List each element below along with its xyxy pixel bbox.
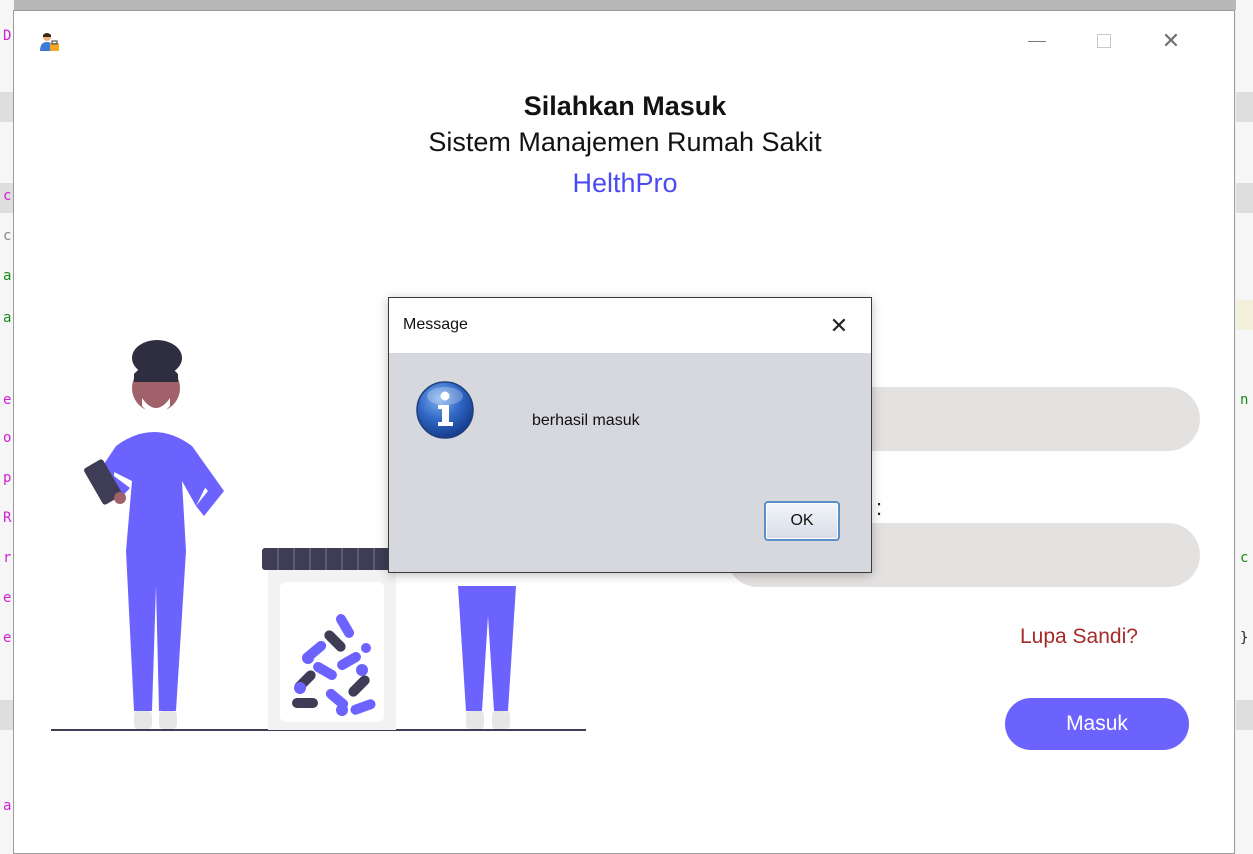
background-code-char: r — [3, 550, 12, 566]
dialog-title: Message — [403, 316, 468, 333]
background-ide-highlight — [1236, 300, 1253, 330]
minimize-icon — [1028, 40, 1046, 42]
close-icon: ✕ — [829, 313, 849, 339]
background-code-char: } — [1240, 630, 1249, 646]
brand-name: HelthPro — [572, 168, 678, 198]
ok-button[interactable]: OK — [764, 501, 840, 541]
background-ide-highlight — [1236, 92, 1253, 122]
background-code-char: a — [3, 798, 12, 814]
maximize-button[interactable] — [1081, 25, 1127, 57]
background-code-char: e — [3, 392, 12, 408]
doctor-app-icon — [40, 33, 59, 51]
background-ide-highlight — [0, 700, 14, 730]
dialog-titlebar: Message ✕ — [389, 298, 871, 353]
minimize-button[interactable] — [1014, 25, 1060, 57]
pill-jar — [262, 548, 402, 730]
password-label: : — [876, 495, 883, 520]
background-ide-highlight — [0, 92, 14, 122]
background-code-char: D — [3, 28, 12, 44]
background-code-char: c — [3, 228, 12, 244]
dialog-message: berhasil masuk — [532, 412, 640, 429]
close-button[interactable]: ✕ — [1148, 25, 1194, 57]
background-code-char: e — [3, 630, 12, 646]
background-code-char: e — [3, 590, 12, 606]
background-ide-highlight — [1236, 700, 1253, 730]
background-code-char: o — [3, 430, 12, 446]
background-code-char: c — [1240, 550, 1249, 566]
background-code-char: c — [3, 188, 12, 204]
page-heading: Silahkan Masuk — [523, 91, 727, 121]
maximize-icon — [1097, 34, 1111, 48]
info-icon — [416, 381, 474, 439]
doctor-figure — [84, 340, 224, 729]
background-code-char: p — [3, 470, 12, 486]
background-code-char: n — [1240, 392, 1249, 408]
close-icon: ✕ — [1161, 28, 1181, 54]
background-code-char: a — [3, 268, 12, 284]
background-ide-topbar — [0, 0, 1253, 10]
page-subheading: Sistem Manajemen Rumah Sakit — [428, 127, 822, 157]
login-button[interactable]: Masuk — [1005, 698, 1189, 750]
background-code-char: a — [3, 310, 12, 326]
background-code-char: R — [3, 510, 12, 526]
message-dialog: Message ✕ berhasil masuk OK — [388, 297, 872, 573]
dialog-close-button[interactable]: ✕ — [825, 312, 853, 340]
second-figure-legs — [458, 586, 516, 729]
background-ide-highlight — [1236, 183, 1253, 213]
forgot-password-link[interactable]: Lupa Sandi? — [1020, 625, 1138, 649]
